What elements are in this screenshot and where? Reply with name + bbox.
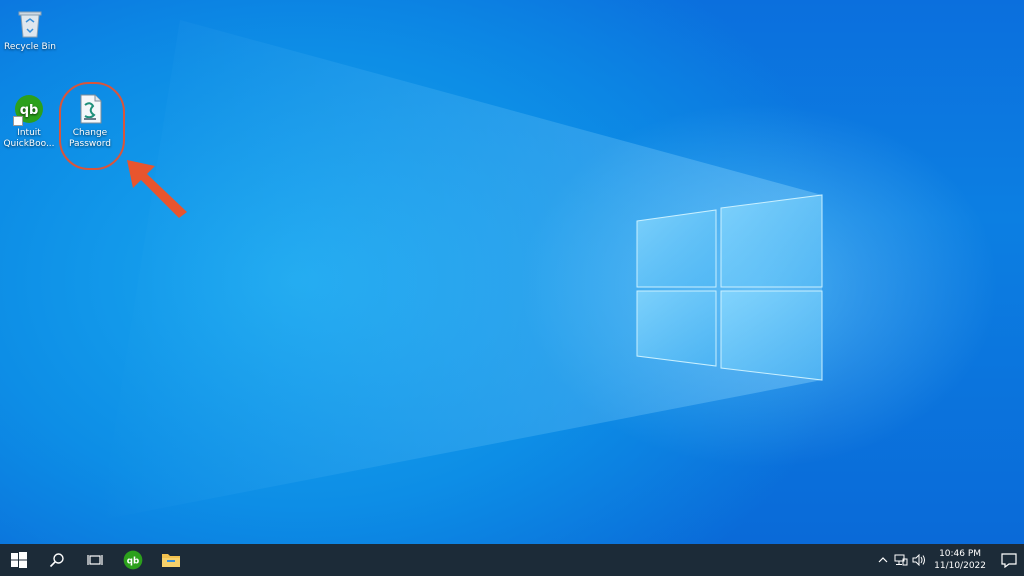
shortcut-arrow-icon bbox=[13, 116, 23, 126]
quickbooks-taskbar-button[interactable]: qb bbox=[114, 544, 152, 576]
network-icon[interactable] bbox=[892, 554, 910, 566]
clock[interactable]: 10:46 PM 11/10/2022 bbox=[934, 548, 986, 572]
quickbooks-icon: qb bbox=[123, 550, 143, 570]
svg-text:qb: qb bbox=[127, 556, 139, 566]
quickbooks-shortcut[interactable]: qb Intuit QuickBoo... bbox=[1, 92, 57, 150]
task-view-icon bbox=[87, 555, 103, 565]
file-explorer-icon bbox=[162, 554, 180, 567]
task-view-button[interactable] bbox=[76, 544, 114, 576]
notification-icon bbox=[1001, 552, 1017, 568]
taskbar: qb 10:46 PM 11/10/2022 bbox=[0, 544, 1024, 576]
quickbooks-label: Intuit QuickBoo... bbox=[3, 128, 55, 149]
script-file-icon bbox=[74, 92, 106, 126]
wallpaper-windows-logo bbox=[100, 20, 823, 520]
change-password-shortcut[interactable]: Change Password bbox=[62, 92, 118, 150]
recycle-bin[interactable]: Recycle Bin bbox=[2, 6, 58, 53]
recycle-bin-label: Recycle Bin bbox=[4, 42, 56, 52]
volume-icon[interactable] bbox=[910, 554, 928, 566]
file-explorer-button[interactable] bbox=[152, 544, 190, 576]
system-tray: 10:46 PM 11/10/2022 bbox=[874, 544, 1024, 576]
quickbooks-icon: qb bbox=[13, 92, 45, 126]
windows-start-icon bbox=[11, 552, 27, 568]
search-icon bbox=[49, 553, 64, 568]
chevron-up-icon[interactable] bbox=[874, 556, 892, 564]
desktop: Recycle Bin qb Intuit QuickBoo... Change… bbox=[0, 0, 1024, 544]
search-button[interactable] bbox=[38, 544, 76, 576]
action-center-button[interactable] bbox=[994, 544, 1024, 576]
clock-time: 10:46 PM bbox=[939, 549, 982, 559]
annotation-arrow bbox=[127, 160, 187, 218]
clock-date: 11/10/2022 bbox=[934, 561, 986, 571]
recycle-bin-icon bbox=[14, 6, 46, 40]
start-button[interactable] bbox=[0, 544, 38, 576]
change-password-label: Change Password bbox=[68, 128, 112, 149]
